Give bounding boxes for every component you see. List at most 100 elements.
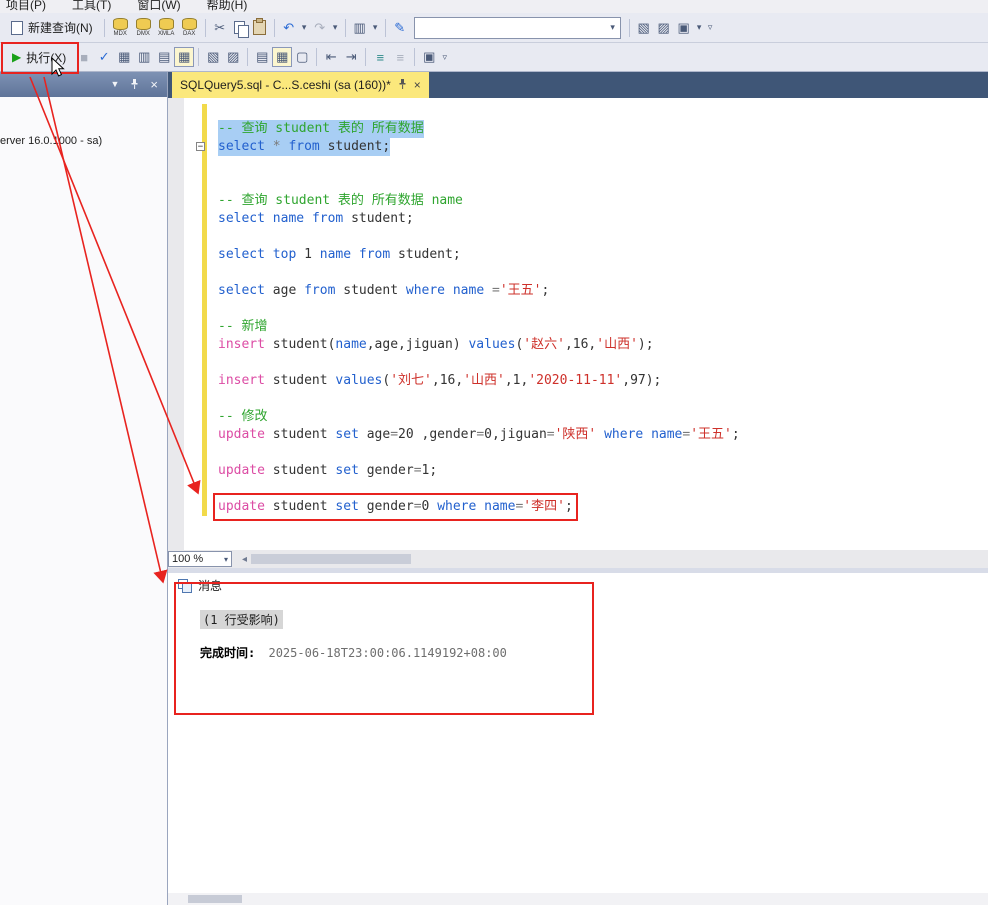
sql-editor[interactable]: -- 查询 student 表的 所有数据 select * from stude… [168, 98, 988, 550]
code-line[interactable]: insert student values('刘七',16,'山西',1,'20… [218, 372, 740, 390]
wrench-icon[interactable]: ▨ [654, 18, 674, 38]
results-to-grid-icon[interactable]: ▦ [272, 47, 293, 67]
redo-icon[interactable]: ↷ [310, 18, 330, 38]
indent-icon[interactable]: ⇥ [341, 47, 361, 67]
completion-timestamp: 2025-06-18T23:00:06.1149192+08:00 [268, 646, 507, 660]
toolbar-separator [628, 18, 630, 37]
menu-item-window[interactable]: 窗口(W) [137, 0, 180, 13]
sqlcmd-mode-icon[interactable]: ▣ [419, 47, 439, 67]
code-line[interactable] [218, 300, 740, 318]
code-line[interactable] [218, 156, 740, 174]
template-parameters-icon[interactable]: ▧ [203, 47, 223, 67]
fold-collapse-icon[interactable]: − [196, 142, 205, 152]
intellisense-icon[interactable]: ▦ [174, 47, 195, 67]
database-cylinder-icon [158, 17, 174, 30]
messages-tab-label: 消息 [198, 579, 223, 593]
scrollbar-thumb[interactable] [251, 554, 412, 564]
parse-icon[interactable]: ✓ [94, 47, 114, 67]
code-line[interactable]: -- 查询 student 表的 所有数据 [218, 120, 740, 138]
code-line[interactable] [218, 480, 740, 498]
analysis-query-dmx-button[interactable]: DMX [132, 17, 155, 38]
zoom-combobox[interactable]: 100 % ▾ [168, 551, 232, 567]
object-explorer-body[interactable]: erver 16.0.1000 - sa) [0, 97, 167, 905]
toolbar-separator [316, 48, 318, 66]
doc-arrow-icon[interactable]: ▧ [634, 18, 654, 38]
scrollbar-thumb[interactable] [188, 895, 242, 903]
object-explorer-titlebar: ▼ × [0, 72, 167, 97]
code-line[interactable] [218, 354, 740, 372]
pin-glyph [131, 78, 138, 89]
toolbar-combobox[interactable]: ▾ [413, 16, 621, 39]
code-line[interactable]: select name from student; [218, 210, 740, 228]
code-line[interactable]: select * from student; − [196, 138, 740, 156]
close-icon[interactable]: × [150, 78, 158, 91]
pin-glyph [399, 78, 406, 89]
code-line[interactable] [218, 228, 740, 246]
editor-horizontal-scrollbar[interactable]: ◂ [238, 550, 988, 568]
menu-item-tools[interactable]: 工具(T) [72, 0, 111, 13]
estimated-plan-icon[interactable]: ▦ [114, 47, 134, 67]
undo-dropdown-icon[interactable]: ▾ [299, 18, 310, 38]
editor-fold-margin[interactable] [184, 98, 198, 550]
combobox-caret-icon[interactable]: ▾ [606, 18, 620, 38]
toolbar-overflow-icon[interactable]: ▿ [705, 18, 716, 38]
editor-indicator-margin[interactable] [168, 98, 184, 550]
redo-dropdown-icon[interactable]: ▾ [330, 18, 341, 38]
menu-item-help[interactable]: 帮助(H) [207, 0, 248, 13]
code-line[interactable]: select age from student where name ='王五'… [218, 282, 740, 300]
messages-header[interactable]: 消息 [178, 577, 222, 594]
server-node-label[interactable]: erver 16.0.1000 - sa) [0, 135, 102, 147]
execute-button[interactable]: ▶ 执行(X) [4, 45, 74, 69]
analysis-query-mdx-button[interactable]: MDX [109, 17, 132, 38]
design-query-icon[interactable]: ▨ [223, 47, 243, 67]
live-statistics-icon[interactable]: ▥ [134, 47, 154, 67]
pen-icon[interactable]: ✎ [390, 18, 410, 38]
database-cylinder-icon [112, 17, 128, 30]
results-to-text-icon[interactable]: ▤ [252, 47, 272, 67]
analysis-query-dax-button[interactable]: DAX [178, 17, 201, 38]
script-dropdown-icon[interactable]: ▾ [370, 18, 381, 38]
query-options-icon[interactable]: ▤ [154, 47, 174, 67]
outdent-icon[interactable]: ⇤ [321, 47, 341, 67]
code-line[interactable]: insert student(name,age,jiguan) values('… [218, 336, 740, 354]
panel-menu-icon[interactable]: ▼ [110, 80, 119, 89]
cancel-query-icon[interactable]: ■ [74, 47, 94, 67]
menu-item-project[interactable]: 项目(P) [6, 0, 46, 13]
code-line[interactable] [218, 444, 740, 462]
code-line[interactable]: update student set age=20 ,gender=0,jigu… [218, 426, 740, 444]
pin-icon[interactable] [398, 78, 407, 93]
query-toolbar-overflow-icon[interactable]: ▿ [439, 47, 450, 67]
toolbar-separator [273, 18, 275, 37]
code-line[interactable] [218, 174, 740, 192]
new-query-button[interactable]: 新建查询(N) [4, 16, 100, 40]
tab-close-icon[interactable]: × [414, 79, 421, 91]
code-line[interactable]: update student set gender=0 where name='… [213, 493, 740, 521]
code-lines: -- 查询 student 表的 所有数据 select * from stude… [196, 120, 740, 521]
analysis-query-xmla-button[interactable]: XMLA [155, 17, 178, 38]
cut-icon[interactable]: ✂ [210, 18, 230, 38]
code-line[interactable]: -- 新增 [218, 318, 740, 336]
code-line[interactable]: -- 查询 student 表的 所有数据 name [218, 192, 740, 210]
toolbar-separator [414, 48, 416, 66]
undo-icon[interactable]: ↶ [279, 18, 299, 38]
messages-icon [178, 578, 192, 593]
pin-icon[interactable] [130, 78, 139, 92]
comment-icon[interactable]: ≡ [370, 47, 390, 67]
window-dropdown-icon[interactable]: ▾ [694, 18, 705, 38]
paste-icon[interactable] [250, 18, 270, 38]
copy-icon[interactable] [230, 18, 250, 38]
code-line[interactable] [218, 264, 740, 282]
zoom-caret-icon[interactable]: ▾ [224, 555, 228, 564]
results-to-file-icon[interactable]: ▢ [292, 47, 312, 67]
scroll-left-icon[interactable]: ◂ [238, 554, 251, 565]
uncomment-icon[interactable]: ≡ [390, 47, 410, 67]
messages-horizontal-scrollbar[interactable] [168, 893, 988, 905]
code-line[interactable]: -- 修改 [218, 408, 740, 426]
code-line[interactable] [218, 390, 740, 408]
document-tab[interactable]: SQLQuery5.sql - C...S.ceshi (sa (160))* … [172, 72, 429, 98]
script-icon[interactable]: ▥ [350, 18, 370, 38]
code-line[interactable]: update student set gender=1; [218, 462, 740, 480]
window-icon[interactable]: ▣ [674, 18, 694, 38]
code-line[interactable]: select top 1 name from student; [218, 246, 740, 264]
execute-play-icon: ▶ [12, 50, 22, 64]
